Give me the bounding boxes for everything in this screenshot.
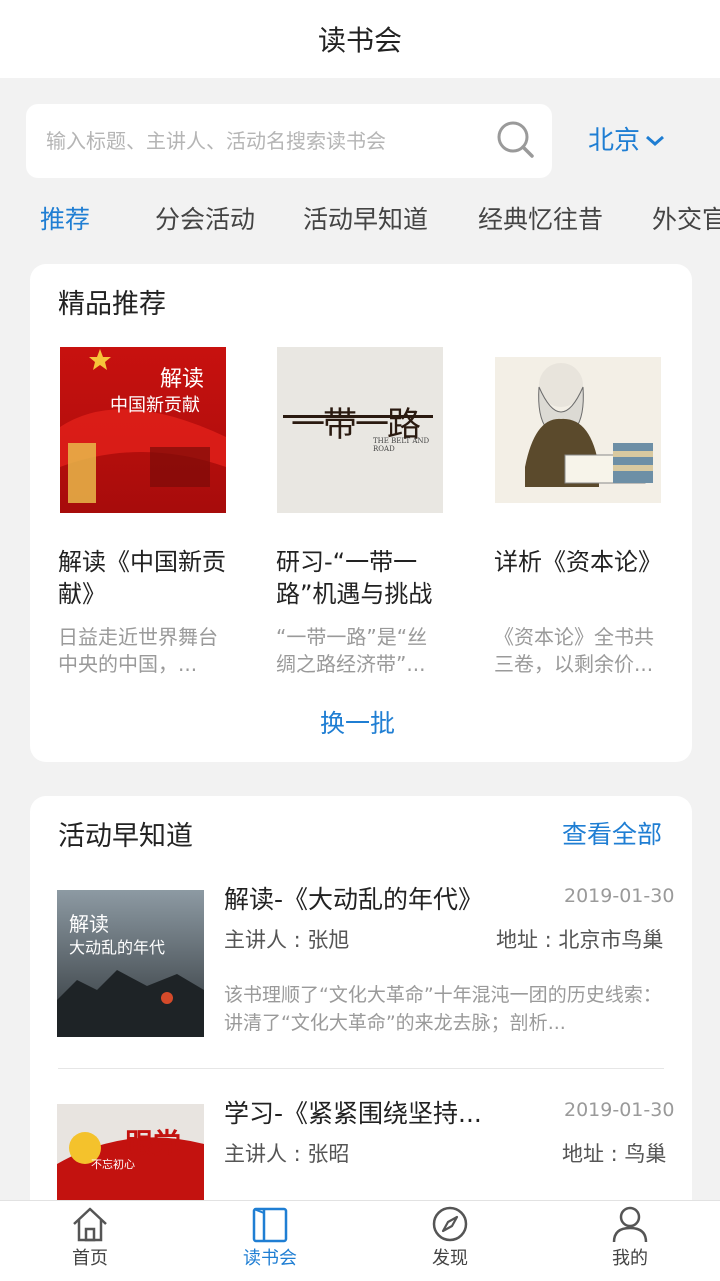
activity-address: 地址 : 鸟巢 (562, 1142, 667, 1166)
book-cover[interactable]: 一带一路 THE BELT AND ROAD (277, 347, 443, 513)
cover-subtitle: 大动乱的年代 (69, 938, 166, 957)
featured-card (30, 264, 692, 762)
cover-subtitle: THE BELT AND ROAD (373, 437, 430, 453)
cover-title: 解读 (160, 367, 205, 392)
view-all-link[interactable]: 查看全部 (562, 815, 662, 851)
search-placeholder: 输入标题、主讲人、活动名搜索读书会 (46, 129, 386, 153)
cover-stroke (283, 415, 433, 418)
activity-title[interactable]: 学习-《紧紧围绕坚持... (224, 1094, 482, 1130)
city-label: 北京 (588, 126, 641, 156)
cover-subtitle: 不忘初心 (91, 1158, 135, 1171)
tabbar-label: 首页 (72, 1248, 108, 1269)
tab-classics[interactable]: 经典忆往昔 (478, 196, 603, 244)
compass-icon (432, 1206, 468, 1242)
activity-address: 地址 : 北京市鸟巢 (496, 928, 664, 952)
activity-desc: 该书理顺了“文化大革命”十年混沌一团的历史线索：讲清了“文化大革命”的来龙去脉；… (224, 984, 662, 1034)
book-desc: “一带一路”是“丝绸之路经济带”... (276, 625, 428, 676)
activity-date: 2019-01-30 (564, 885, 675, 907)
upcoming-title: 活动早知道 (58, 821, 193, 852)
book-desc: 日益走近世界舞台中央的中国，... (58, 625, 218, 676)
page-header: 读书会 (0, 0, 720, 78)
tabbar-discover[interactable]: 发现 (360, 1200, 540, 1280)
user-icon (612, 1206, 648, 1243)
book-title[interactable]: 详析《资本论》 (494, 546, 664, 578)
home-icon (73, 1207, 107, 1242)
city-selector[interactable]: 北京 (588, 118, 666, 164)
book-title[interactable]: 研习-“一带一路”机遇与挑战 (276, 546, 446, 610)
tab-recommend[interactable]: 推荐 (40, 196, 90, 244)
activity-speaker: 主讲人 : 张旭 (224, 928, 350, 952)
activity-cover[interactable]: 跟党 不忘初心 (57, 1104, 204, 1200)
activity-speaker: 主讲人 : 张昭 (224, 1142, 350, 1166)
book-icon (252, 1207, 288, 1243)
page-title: 读书会 (317, 24, 402, 57)
tabbar-reading-club[interactable]: 读书会 (180, 1200, 360, 1280)
activity-cover[interactable]: 解读 大动乱的年代 (57, 890, 204, 1037)
featured-title: 精品推荐 (58, 289, 166, 320)
activity-title[interactable]: 解读-《大动乱的年代》 (224, 880, 483, 916)
cover-subtitle: 中国新贡献 (110, 395, 200, 416)
tabbar-label: 我的 (612, 1248, 648, 1269)
tabbar-profile[interactable]: 我的 (540, 1200, 720, 1280)
cover-title: 解读 (69, 912, 109, 936)
book-cover[interactable]: 解读 中国新贡献 (60, 347, 226, 513)
refresh-button[interactable]: 换一批 (320, 704, 395, 740)
activity-date: 2019-01-30 (564, 1099, 675, 1121)
tab-branch-activities[interactable]: 分会活动 (155, 196, 255, 244)
divider (58, 1068, 664, 1069)
tabbar-label: 发现 (432, 1248, 468, 1269)
tabbar-home[interactable]: 首页 (0, 1200, 180, 1280)
book-cover-image (495, 357, 661, 503)
book-cover[interactable] (495, 347, 661, 513)
chevron-down-icon (646, 135, 665, 146)
search-icon[interactable] (494, 118, 538, 162)
book-title[interactable]: 解读《中国新贡献》 (58, 546, 228, 610)
tab-diplomats[interactable]: 外交官 (652, 196, 720, 244)
book-desc: 《资本论》全书共三卷，以剩余价... (494, 625, 654, 676)
tabbar-label: 读书会 (243, 1248, 297, 1269)
tab-upcoming[interactable]: 活动早知道 (303, 196, 428, 244)
